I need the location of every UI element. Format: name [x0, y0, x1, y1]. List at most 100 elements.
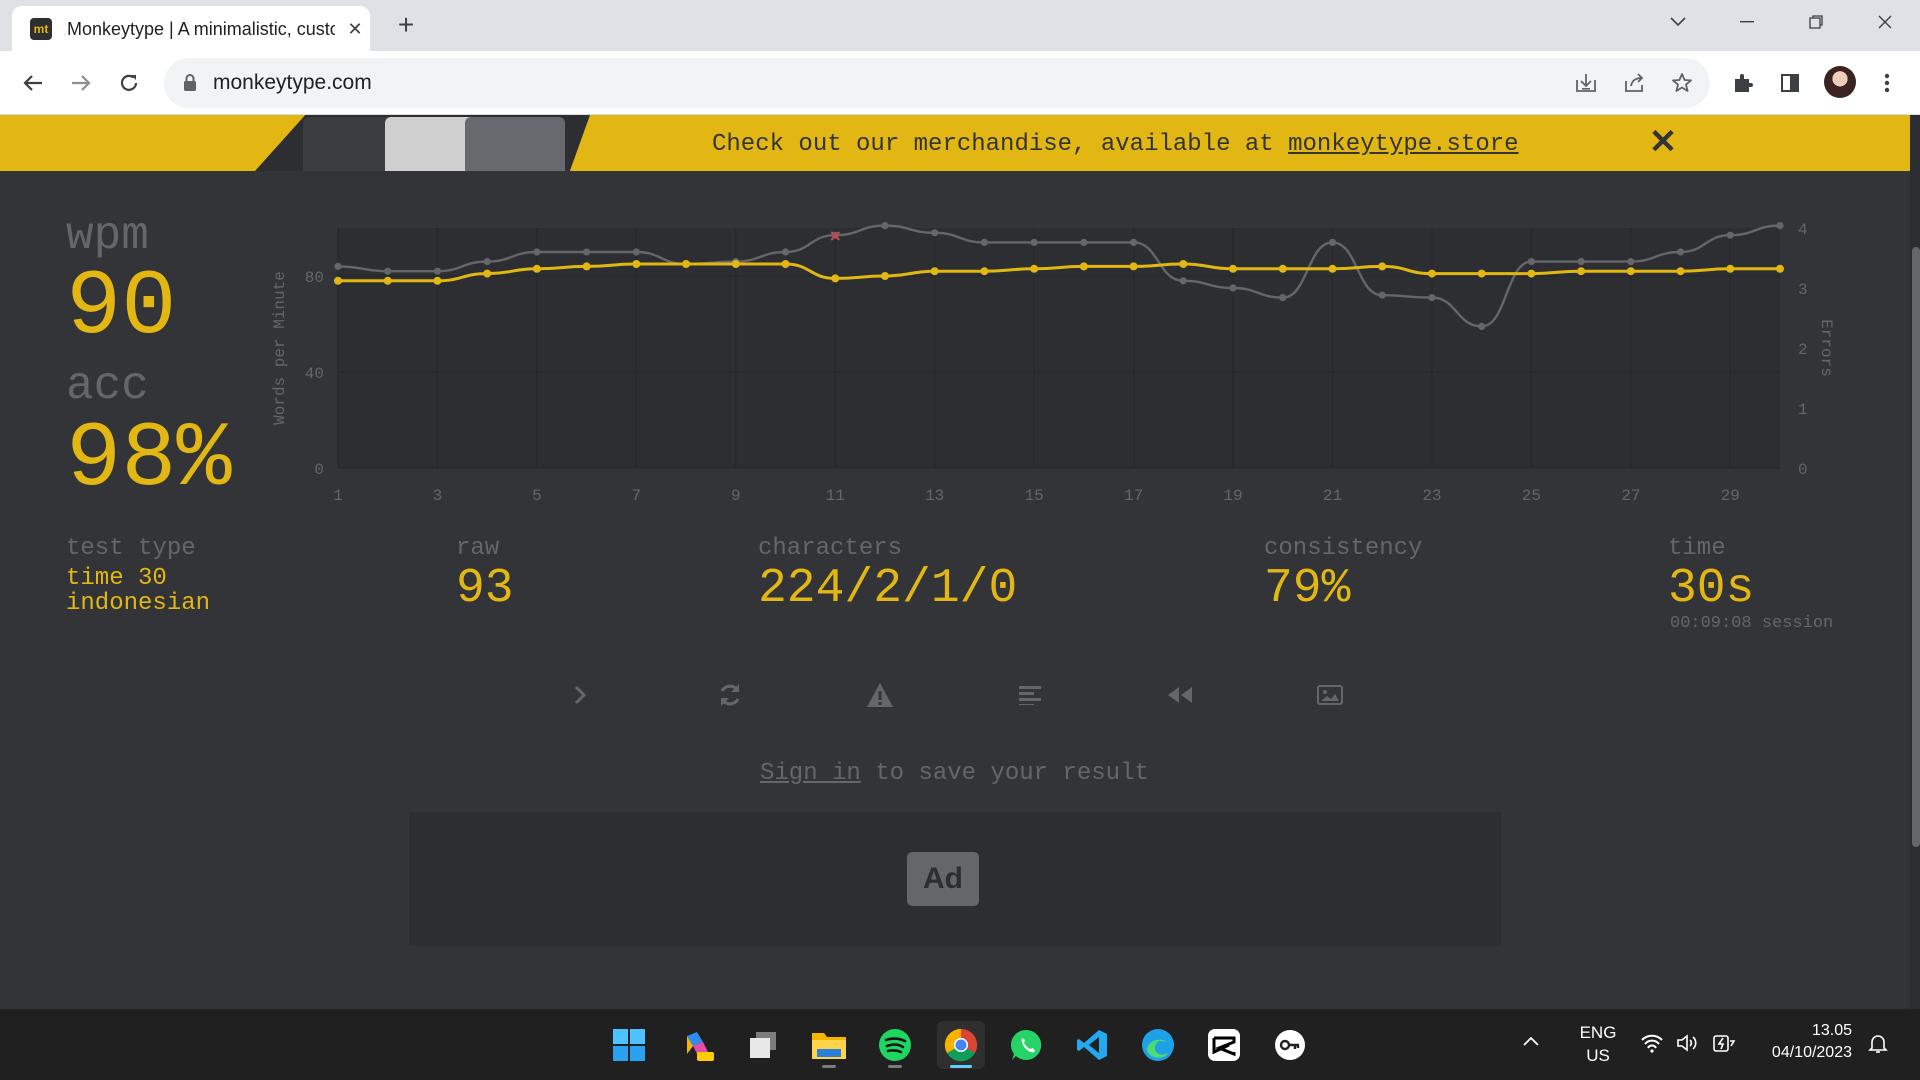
taskbar: ENG US 13.05 04/10/2023: [0, 1009, 1920, 1080]
point-wpm: [1278, 264, 1287, 273]
point-wpm: [682, 260, 691, 268]
y-tick-label: 80: [305, 269, 324, 287]
signin-prompt: Sign in to save your result: [760, 760, 1149, 787]
install-app-icon[interactable]: [1571, 68, 1601, 98]
point-raw: [1179, 277, 1187, 285]
point-raw: [1627, 258, 1635, 266]
words-history-icon[interactable]: [1010, 675, 1050, 715]
point-wpm: [1079, 262, 1088, 271]
profile-avatar[interactable]: [1824, 66, 1856, 98]
point-raw: [980, 238, 989, 246]
point-raw: [483, 258, 491, 266]
x-tick-label: 1: [333, 487, 343, 505]
point-wpm: [1229, 264, 1238, 273]
y2-tick-label: 0: [1798, 461, 1808, 479]
browser-tab[interactable]: mt Monkeytype | A minimalistic, customiz…: [12, 6, 370, 51]
restore-icon[interactable]: [1796, 8, 1836, 36]
point-wpm: [532, 264, 541, 273]
clock[interactable]: 13.05 04/10/2023: [1758, 1022, 1852, 1062]
ad-container[interactable]: Ad: [409, 812, 1501, 946]
point-wpm: [1626, 267, 1635, 276]
battery-charging-icon[interactable]: [1712, 1033, 1736, 1058]
whatsapp-icon[interactable]: [1003, 1021, 1051, 1069]
ad-badge: Ad: [907, 852, 979, 906]
screenshot-image-icon[interactable]: [1310, 675, 1350, 715]
point-raw: [1478, 322, 1486, 330]
copilot-icon[interactable]: [674, 1021, 722, 1069]
show-hidden-icons-icon[interactable]: [1522, 1034, 1540, 1052]
tab-search-icon[interactable]: [1658, 8, 1698, 36]
volume-icon[interactable]: [1676, 1033, 1700, 1058]
point-wpm: [1328, 264, 1337, 273]
x-tick-label: 23: [1422, 487, 1441, 505]
browser-tab-bar: mt Monkeytype | A minimalistic, customiz…: [0, 0, 1920, 51]
wifi-icon[interactable]: [1640, 1033, 1664, 1058]
reload-icon[interactable]: [110, 64, 148, 102]
point-raw: [781, 248, 790, 256]
lock-icon: [184, 74, 196, 91]
test-type-language: indonesian: [66, 590, 211, 617]
forward-icon[interactable]: [62, 64, 100, 102]
side-panel-icon[interactable]: [1771, 64, 1809, 102]
notification-bell-icon[interactable]: [1868, 1032, 1888, 1059]
merch-shirts-image[interactable]: [255, 115, 590, 171]
point-wpm: [582, 262, 591, 271]
merch-store-link[interactable]: monkeytype.store: [1288, 131, 1518, 158]
extensions-icon[interactable]: [1724, 64, 1762, 102]
point-wpm: [1179, 260, 1188, 268]
tab-title: Monkeytype | A minimalistic, customizabl…: [67, 19, 335, 39]
point-raw: [881, 222, 889, 230]
chrome-icon[interactable]: [937, 1021, 985, 1069]
point-wpm: [1030, 264, 1039, 273]
raw-value: 93: [456, 562, 514, 616]
banner-close-icon[interactable]: ✕: [1646, 123, 1680, 161]
restart-test-icon[interactable]: [710, 675, 750, 715]
browser-toolbar: monkeytype.com: [0, 51, 1920, 115]
merch-banner: Check out our merchandise, available at …: [0, 115, 1910, 171]
file-explorer-icon[interactable]: [805, 1021, 853, 1069]
scrollbar-thumb[interactable]: [1912, 247, 1920, 847]
minimize-icon[interactable]: [1727, 8, 1767, 36]
point-raw: [1328, 238, 1337, 246]
banner-message: Check out our merchandise, available at: [712, 131, 1289, 158]
close-tab-icon[interactable]: ✕: [342, 16, 368, 42]
point-raw: [1378, 291, 1386, 299]
capcut-icon[interactable]: [1200, 1021, 1248, 1069]
point-raw: [1030, 238, 1038, 246]
point-wpm: [1378, 262, 1387, 271]
point-raw: [1279, 294, 1287, 302]
point-wpm: [980, 267, 989, 276]
back-icon[interactable]: [14, 64, 52, 102]
share-icon[interactable]: [1619, 68, 1649, 98]
active-indicator: [950, 1065, 972, 1068]
y-tick-label: 40: [305, 365, 324, 383]
close-window-icon[interactable]: [1865, 8, 1905, 36]
plot-area: [338, 228, 1780, 468]
point-raw: [1577, 258, 1585, 266]
point-wpm: [1427, 269, 1436, 278]
x-tick-label: 9: [731, 487, 741, 505]
bookmark-star-icon[interactable]: [1667, 68, 1697, 98]
start-menu-icon[interactable]: [605, 1021, 653, 1069]
point-wpm: [930, 267, 939, 276]
address-bar[interactable]: monkeytype.com: [164, 58, 1710, 108]
replay-icon[interactable]: [1160, 675, 1200, 715]
language-indicator[interactable]: ENG US: [1578, 1023, 1618, 1066]
edge-icon[interactable]: [1134, 1021, 1182, 1069]
vscode-icon[interactable]: [1068, 1021, 1116, 1069]
spotify-icon[interactable]: [871, 1021, 919, 1069]
menu-kebab-icon[interactable]: [1868, 64, 1906, 102]
consistency-label: consistency: [1264, 535, 1423, 562]
task-view-icon[interactable]: [739, 1021, 787, 1069]
x-tick-label: 29: [1721, 487, 1740, 505]
new-tab-icon[interactable]: +: [390, 9, 422, 41]
y-axis-label: Words per Minute: [271, 271, 289, 425]
point-wpm: [383, 276, 392, 285]
report-warning-icon[interactable]: [860, 675, 900, 715]
signin-link[interactable]: Sign in: [760, 760, 861, 787]
point-wpm: [831, 274, 840, 283]
page-scrollbar[interactable]: [1910, 115, 1920, 1009]
next-test-icon[interactable]: [560, 675, 600, 715]
x-tick-label: 27: [1621, 487, 1640, 505]
key-app-icon[interactable]: [1266, 1021, 1314, 1069]
